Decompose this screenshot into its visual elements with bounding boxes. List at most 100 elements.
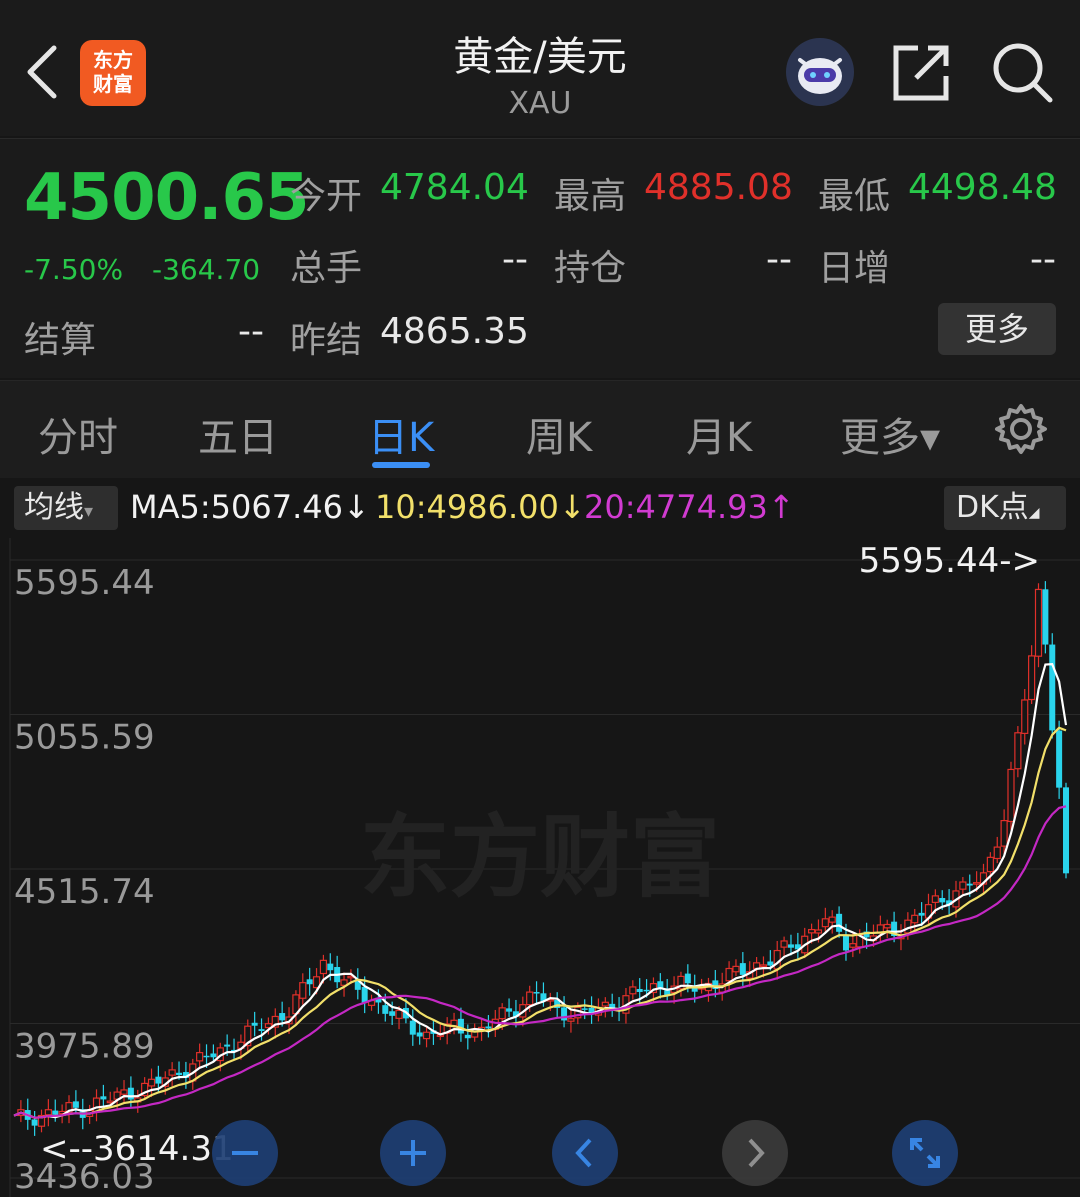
tab-five-day[interactable]: 五日 xyxy=(198,405,278,463)
y-tick-label: 5595.44 xyxy=(14,563,155,603)
dk-point-button[interactable]: DK点◢ xyxy=(944,486,1066,530)
high-label: 最高 xyxy=(554,176,627,217)
page-subtitle: XAU xyxy=(508,86,572,121)
candle-body xyxy=(506,1008,513,1012)
candle-body xyxy=(767,961,774,966)
candle-body xyxy=(931,895,939,903)
candle-body xyxy=(959,881,967,890)
ma20-value: 20:4774.93↑ xyxy=(584,488,795,526)
expand-icon xyxy=(910,1138,940,1168)
search-icon[interactable] xyxy=(990,40,1054,104)
quote-panel: 4500.65 -7.50% -364.70 今开 4784.04 最高 488… xyxy=(0,138,1080,378)
corner-triangle-icon: ◢ xyxy=(1028,505,1040,521)
candle-body xyxy=(457,1018,464,1034)
candle-body xyxy=(31,1119,38,1126)
tab-weekly-k[interactable]: 周K xyxy=(526,405,592,463)
candle-body xyxy=(498,1007,506,1020)
tab-intraday[interactable]: 分时 xyxy=(38,405,118,463)
max-price-marker: 5595.44-> xyxy=(859,541,1040,581)
candle-body xyxy=(147,1078,156,1087)
chevron-left-icon xyxy=(575,1138,592,1168)
candle-body xyxy=(1021,699,1029,734)
position-label: 持仓 xyxy=(554,248,627,289)
share-icon[interactable] xyxy=(890,42,952,104)
candle-body xyxy=(684,973,691,984)
candle-body xyxy=(1028,655,1036,701)
candle-body xyxy=(155,1076,162,1084)
gear-icon[interactable] xyxy=(994,402,1048,456)
candle-body xyxy=(836,913,843,932)
ma-select-label: 均线 xyxy=(24,490,84,525)
candle-body xyxy=(739,963,746,975)
candle-body xyxy=(210,1053,217,1058)
scroll-right-button[interactable] xyxy=(722,1120,788,1186)
candle-body xyxy=(203,1055,210,1058)
candle-body xyxy=(106,1100,114,1104)
candle-body xyxy=(120,1089,128,1095)
candle-body xyxy=(44,1109,52,1116)
candle-body xyxy=(389,1011,396,1016)
candle-body xyxy=(258,1029,265,1031)
candle-body xyxy=(306,979,313,985)
candle-body xyxy=(382,1005,389,1014)
candle-body xyxy=(485,1026,492,1029)
scroll-left-button[interactable] xyxy=(552,1120,618,1186)
tab-monthly-k[interactable]: 月K xyxy=(686,405,752,463)
candle-body xyxy=(636,989,643,992)
chevron-down-icon: ▾ xyxy=(84,501,94,522)
candle-body xyxy=(176,1072,183,1075)
candle-body xyxy=(327,963,334,971)
candle-body xyxy=(821,918,829,928)
candle-body xyxy=(422,1031,431,1040)
candle-body xyxy=(127,1087,134,1100)
minus-icon xyxy=(232,1151,258,1155)
candle-body xyxy=(986,856,994,873)
low-value: 4498.48 xyxy=(908,167,1057,208)
change-percent: -7.50% xyxy=(24,253,124,286)
settle-label: 结算 xyxy=(24,320,97,361)
fullscreen-button[interactable] xyxy=(892,1120,958,1186)
chart-watermark: 东方财富 xyxy=(360,805,720,910)
candle-body xyxy=(1034,588,1043,657)
prev-settle-value: 4865.35 xyxy=(380,311,529,352)
app-header: 东方 财富 黄金/美元 XAU xyxy=(0,0,1080,136)
zoom-in-button[interactable] xyxy=(380,1120,446,1186)
plus-icon xyxy=(400,1140,426,1166)
app-logo[interactable]: 东方 财富 xyxy=(80,40,146,106)
candle-body xyxy=(993,846,1001,860)
tab-daily-k[interactable]: 日K xyxy=(368,405,434,463)
candle-body xyxy=(918,912,925,916)
period-tabs: 分时 五日 日K 周K 月K 更多▾ xyxy=(0,380,1080,478)
candlestick-chart[interactable]: 东方财富 5595.445055.594515.743975.893436.03… xyxy=(0,538,1080,1197)
volume-value: -- xyxy=(502,239,528,280)
candle-body xyxy=(251,1022,258,1026)
settle-value: -- xyxy=(238,311,264,352)
candle-body xyxy=(814,929,823,934)
candle-body xyxy=(533,992,540,994)
candle-body xyxy=(732,965,740,973)
assistant-robot-icon[interactable] xyxy=(786,38,854,106)
tab-more[interactable]: 更多▾ xyxy=(840,405,940,463)
back-icon[interactable] xyxy=(22,42,62,102)
zoom-out-button[interactable] xyxy=(212,1120,278,1186)
candle-body xyxy=(100,1096,107,1100)
daily-increase-value: -- xyxy=(1030,239,1056,280)
ma-select-dropdown[interactable]: 均线▾ xyxy=(14,486,118,530)
candle-body xyxy=(629,986,637,995)
candle-body xyxy=(526,991,534,1006)
prev-settle-label: 昨结 xyxy=(290,320,363,361)
candle-body xyxy=(1063,787,1069,874)
candle-body xyxy=(1049,644,1056,731)
ma5-value: MA5:5067.46↓ xyxy=(130,488,370,526)
candle-body xyxy=(319,959,328,975)
low-label: 最低 xyxy=(818,176,891,217)
candle-body xyxy=(464,1034,471,1039)
candle-body xyxy=(224,1044,231,1047)
candle-body xyxy=(601,1001,609,1007)
open-value: 4784.04 xyxy=(380,167,529,208)
candle-body xyxy=(849,943,857,948)
candle-body xyxy=(409,1020,416,1035)
candle-body xyxy=(52,1110,59,1115)
more-button[interactable]: 更多 xyxy=(938,303,1056,355)
candle-body xyxy=(939,898,946,903)
